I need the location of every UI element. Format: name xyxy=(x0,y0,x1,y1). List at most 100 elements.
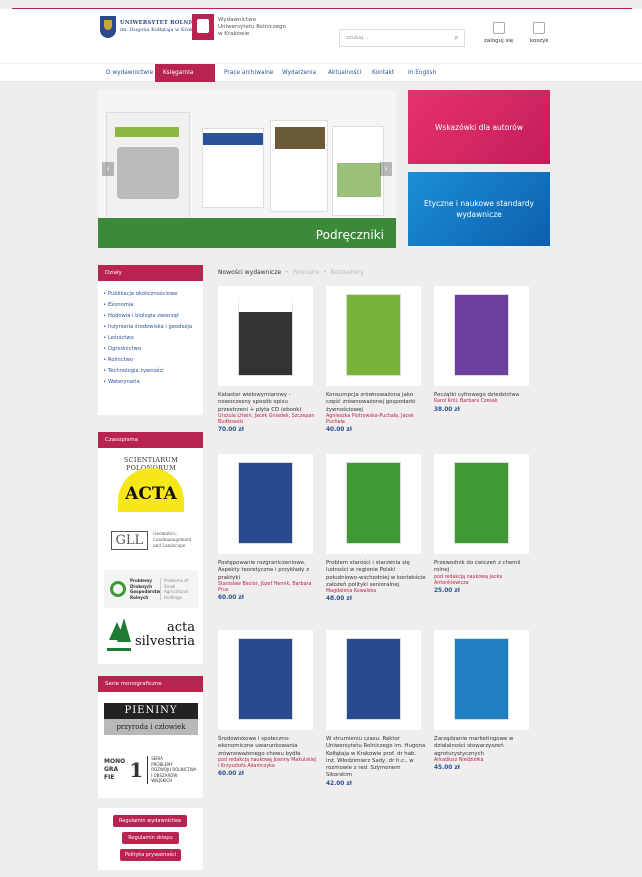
product-title[interactable]: Środowiskowe i społeczno-ekonomiczne uwa… xyxy=(218,736,318,758)
slider-next-arrow[interactable]: › xyxy=(380,162,392,176)
tab-recommended[interactable]: Polecane xyxy=(292,269,319,276)
cover-image xyxy=(454,638,509,720)
product-title[interactable]: W strumieniu czasu. Rektor Uniwersytetu … xyxy=(326,736,426,780)
promo-ethical-standards[interactable]: Etyczne i naukowe standardy wydawnicze xyxy=(408,172,550,246)
slide-book-1 xyxy=(106,112,190,220)
product-cover[interactable] xyxy=(218,286,313,386)
product-title[interactable]: Zarządzanie marketingowe w działalności … xyxy=(434,736,534,758)
product-card[interactable]: Kataster wielowymiarowy - nowoczesny spo… xyxy=(218,286,318,433)
nav-item-archive[interactable]: Prace archiwalne xyxy=(224,64,273,82)
cover-image xyxy=(238,638,293,720)
publisher-regulations-button[interactable]: Regulamin wydawnictwa xyxy=(113,815,187,827)
product-authors: Agnieszka Piotrowska-Puchała, Jacek Puch… xyxy=(326,413,414,426)
product-title[interactable]: Kataster wielowymiarowy - nowoczesny spo… xyxy=(218,392,318,414)
university-logo[interactable]: UNIWERSYTET ROLNICZY im. Hugona Kołłątaj… xyxy=(100,16,205,38)
search-placeholder: szukaj... xyxy=(346,35,369,41)
cart-icon xyxy=(533,22,546,34)
product-cover[interactable] xyxy=(434,630,529,730)
product-card[interactable]: Zarządzanie marketingowe w działalności … xyxy=(434,630,534,771)
shop-regulations-button[interactable]: Regulamin sklepu xyxy=(122,832,179,844)
gll-logo[interactable]: GLL Geomatics, Landmanagement and Landsc… xyxy=(104,520,198,560)
acta-text: ACTA xyxy=(125,484,177,504)
category-item[interactable]: Publikacje okolicznościowe xyxy=(98,291,203,299)
seria-line-2: PROBLEMY xyxy=(151,761,173,767)
hero-slider[interactable]: ‹ › Podręczniki xyxy=(98,90,396,248)
gll-sub-1: Geomatics, xyxy=(153,531,177,536)
nav-item-bookstore[interactable]: Księgarnia ⌄ xyxy=(155,64,215,94)
cover-image xyxy=(346,462,401,544)
product-cover[interactable] xyxy=(434,454,529,554)
product-price: 40.00 zł xyxy=(326,427,352,434)
privacy-policy-button[interactable]: Polityka prywatności xyxy=(120,849,181,861)
nav-item-english[interactable]: In English xyxy=(408,64,436,82)
publisher-logo[interactable]: Wydawnictwo Uniwersytetu Rolniczego w Kr… xyxy=(192,14,286,40)
promo-authors-guidelines[interactable]: Wskazówki dla autorów xyxy=(408,90,550,164)
cover-image xyxy=(346,638,401,720)
category-item[interactable]: Ogrodnictwo xyxy=(98,346,203,354)
problemy-drobnych-logo[interactable]: Problemy Drobnych Gospodarstw Rolnych Pr… xyxy=(104,570,198,608)
tab-new-releases[interactable]: Nowości wydawnicze xyxy=(218,269,281,276)
category-item[interactable]: Leśnictwo xyxy=(98,335,203,343)
cover-image xyxy=(346,294,401,376)
cover-image xyxy=(454,294,509,376)
product-title[interactable]: Przewodnik do ćwiczeń z chemii rolnej xyxy=(434,560,534,575)
login-label: zaloguj się xyxy=(484,38,514,44)
product-title[interactable]: Konsumpcja zrównoważona jako część zrówn… xyxy=(326,392,426,414)
product-price: 42.00 zł xyxy=(326,780,352,787)
series-title: Serie monograficzne xyxy=(98,676,203,692)
product-card[interactable]: Konsumpcja zrównoważona jako część zrówn… xyxy=(326,286,426,433)
product-cover[interactable] xyxy=(218,630,313,730)
nav-item-news[interactable]: Aktualności xyxy=(328,64,361,82)
search-input[interactable]: szukaj... ⌕ xyxy=(339,29,465,47)
cart-button[interactable]: koszyk xyxy=(530,22,549,44)
product-cover[interactable] xyxy=(326,630,421,730)
product-cover[interactable] xyxy=(218,454,313,554)
category-item[interactable]: Ekonomia xyxy=(98,302,203,310)
category-item[interactable]: Weterynaria xyxy=(98,379,203,387)
category-item[interactable]: Rolnictwo xyxy=(98,357,203,365)
product-card[interactable]: Środowiskowe i społeczno-ekonomiczne uwa… xyxy=(218,630,318,777)
product-cover[interactable] xyxy=(434,286,529,386)
user-icon xyxy=(492,22,505,34)
product-card[interactable]: Początki cyfrowego dziedzictwa Karol Kró… xyxy=(434,286,534,413)
product-card[interactable]: Przewodnik do ćwiczeń z chemii rolnej po… xyxy=(434,454,534,594)
mono-text: MONO GRA FIE xyxy=(104,758,126,781)
product-price: 45.00 zł xyxy=(434,765,460,772)
tab-bestsellers[interactable]: Bestsellery xyxy=(330,269,363,276)
pieniny-logo[interactable]: PIENINY przyroda i człowiek xyxy=(104,698,198,740)
slide-book-3 xyxy=(270,120,328,212)
product-card[interactable]: W strumieniu czasu. Rektor Uniwersytetu … xyxy=(326,630,426,787)
category-item[interactable]: Technologia żywności xyxy=(98,368,203,376)
product-cover[interactable] xyxy=(326,454,421,554)
nav-item-contact[interactable]: Kontakt xyxy=(372,64,394,82)
publisher-line-2: Uniwersytetu Rolniczego xyxy=(218,23,286,30)
monografie-logo[interactable]: MONO GRA FIE 1 SERIA PROBLEMY ROZWOJU RO… xyxy=(104,748,198,792)
product-authors: Magdalena Kowalska xyxy=(326,589,377,595)
product-authors: Stanisław Bacior, Józef Hernik, Barbara … xyxy=(218,581,312,594)
product-title[interactable]: Problem starości i starzenia się ludnośc… xyxy=(326,560,426,589)
seria-line-1: SERIA xyxy=(151,756,163,762)
publisher-line-1: Wydawnictwo xyxy=(218,16,257,23)
product-tabs: Nowości wydawnicze • Polecane • Bestsell… xyxy=(218,269,364,276)
category-item[interactable]: Inżynieria środowiska i geodezja xyxy=(98,324,203,332)
acta-scientiarum-logo[interactable]: SCIENTIARUM POLONORUM ACTA xyxy=(104,452,198,516)
gll-sub-2: Landmanagement xyxy=(153,537,192,542)
publisher-book-icon xyxy=(192,14,214,40)
main-nav: O wydawnictwie Księgarnia ⌄ Prace archiw… xyxy=(0,63,642,94)
login-button[interactable]: zaloguj się xyxy=(484,22,513,44)
search-icon[interactable]: ⌕ xyxy=(454,33,459,43)
nav-item-about[interactable]: O wydawnictwie xyxy=(106,64,153,82)
product-authors: Urszula Litwin, Jacek Gniadek, Szczepan … xyxy=(218,413,315,426)
product-cover[interactable] xyxy=(326,286,421,386)
product-price: 60.00 zł xyxy=(218,595,244,602)
seria-line-4: I OBSZARÓW WIEJSKICH xyxy=(151,772,178,784)
seria-line-3: ROZWOJU ROLNICTWA xyxy=(151,767,197,773)
product-card[interactable]: Postępowanie rozgraniczeniowe. Aspekty t… xyxy=(218,454,318,601)
product-title[interactable]: Postępowanie rozgraniczeniowe. Aspekty t… xyxy=(218,560,318,582)
product-card[interactable]: Problem starości i starzenia się ludnośc… xyxy=(326,454,426,602)
category-item[interactable]: Hodowla i biologia zwierząt xyxy=(98,313,203,321)
acta-silvestria-logo[interactable]: acta silvestria xyxy=(104,612,198,658)
product-authors: pod redakcją naukową Jacka Antonkiewicza xyxy=(434,574,503,586)
nav-item-events[interactable]: Wydarzenia xyxy=(282,64,316,82)
slider-prev-arrow[interactable]: ‹ xyxy=(102,162,114,176)
